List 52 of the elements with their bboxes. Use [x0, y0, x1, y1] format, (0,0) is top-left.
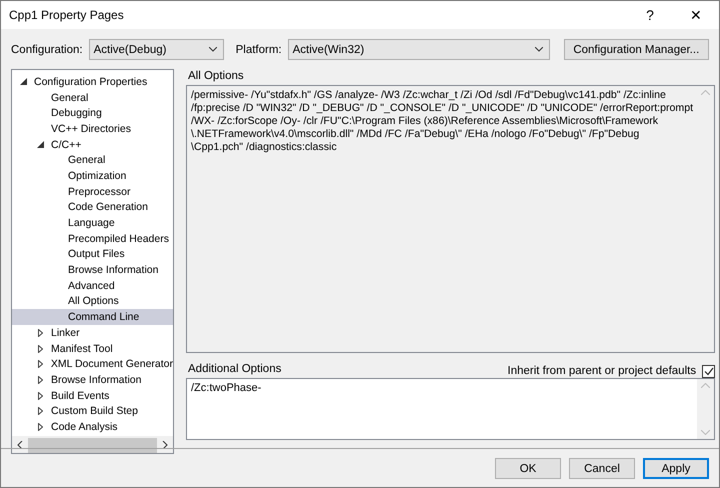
tree-item[interactable]: Browse Information — [12, 262, 173, 278]
scrollbar-thumb[interactable] — [28, 438, 157, 452]
dialog-button[interactable]: Cancel — [569, 458, 635, 479]
tree-item[interactable]: Language — [12, 215, 173, 231]
collapsed-icon[interactable] — [38, 392, 43, 400]
section-label: All Options — [188, 70, 245, 82]
tree-item[interactable]: Custom Build Step — [12, 403, 173, 420]
scroll-left-icon[interactable] — [16, 441, 24, 449]
caret-icon — [208, 47, 217, 52]
dialog-button[interactable]: Apply — [643, 458, 709, 479]
collapsed-icon[interactable] — [38, 422, 43, 431]
tree-item[interactable]: Browse Information — [12, 372, 173, 388]
horizontal-scrollbar[interactable] — [12, 436, 173, 453]
tree-item[interactable]: All Options — [12, 294, 173, 310]
collapsed-icon[interactable] — [38, 407, 43, 416]
caret-icon — [534, 47, 543, 52]
platform-label: Platform: — [236, 44, 282, 56]
expanded-icon[interactable] — [37, 141, 44, 148]
collapsed-icon[interactable] — [38, 376, 43, 384]
tree-item[interactable]: General — [12, 152, 173, 168]
collapsed-icon[interactable] — [38, 360, 43, 368]
tree-item[interactable]: Build Events — [12, 388, 173, 404]
inherit-checkbox[interactable] — [702, 364, 716, 378]
platform-dropdown[interactable]: Active(Win32) — [288, 39, 550, 60]
tree-item[interactable]: Preprocessor — [12, 184, 173, 200]
tree-item[interactable]: Optimization — [12, 168, 173, 184]
tree-item[interactable]: Code Generation — [12, 200, 173, 216]
tree-item[interactable]: Manifest Tool — [12, 340, 173, 356]
tree-item[interactable]: C/C++ — [12, 136, 173, 152]
collapsed-icon[interactable] — [38, 328, 43, 337]
tree-item[interactable]: General — [12, 90, 173, 106]
inherit-label: Inherit from parent or project defaults — [508, 365, 696, 378]
configuration-label: Configuration: — [11, 44, 83, 56]
tree-item[interactable]: Linker — [12, 325, 173, 341]
tree-item[interactable]: Advanced — [12, 278, 173, 294]
all-options-text: /permissive- /Yu"stdafx.h" /GS /analyze- /W3 /Zc:wchar_t /Zi /Od /sdl /Fd"Debug\vc141.pdb" /Zc:inline /fp:precise /D "WIN32" /D "_DEBUG" /D "_CONSOLE" /D "_UNICODE" /D "UNICODE" /errorReport:prompt /WX- /Zc:forScope /Oy- /clr /FU"C:\Program Files (x86)\Reference Assemblies\Microsoft\Framework \.NETFramework\v4.0\mscorlib.dll" /MDd /FC /Fa"Debug\" /EHa /nologo /Fo"Debug\" /Fp"Debug \Cpp1.pch" /diagnostics:classic — [190, 88, 694, 155]
tree-item[interactable]: Debugging — [12, 105, 173, 122]
tree-item[interactable]: Output Files — [12, 246, 173, 262]
configuration-dropdown[interactable]: Active(Debug) — [88, 39, 224, 60]
collapsed-icon[interactable] — [38, 344, 43, 353]
tree-item[interactable]: Precompiled Headers — [12, 230, 173, 247]
section-label: Additional Options — [188, 362, 282, 375]
scroll-right-icon[interactable] — [161, 441, 169, 449]
window-title: Cpp1 Property Pages — [9, 8, 125, 22]
tree-item[interactable]: VC++ Directories — [12, 121, 173, 137]
configuration-manager-button[interactable]: Configuration Manager... — [564, 39, 709, 60]
expanded-icon[interactable] — [20, 78, 27, 86]
tree-item[interactable]: Configuration Properties — [12, 74, 173, 90]
tree-item[interactable]: Command Line — [12, 309, 173, 325]
dialog-button[interactable]: OK — [495, 458, 561, 479]
tree-item[interactable]: Code Analysis — [12, 419, 173, 435]
tree-item[interactable]: XML Document Generator — [12, 356, 173, 372]
